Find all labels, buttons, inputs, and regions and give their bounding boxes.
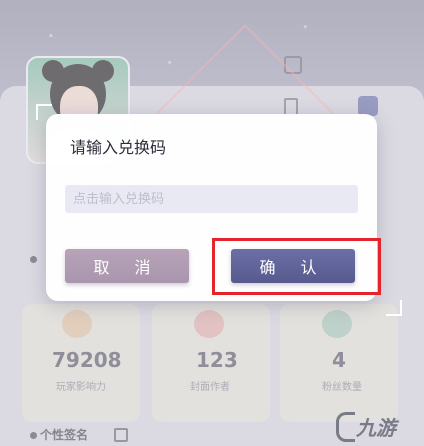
- dialog-title: 请输入兑换码: [70, 138, 167, 157]
- confirm-highlight-box: [212, 238, 381, 295]
- cancel-button[interactable]: 取 消: [65, 249, 189, 283]
- decorative-corner: [386, 300, 402, 316]
- redeem-code-input[interactable]: [65, 185, 358, 213]
